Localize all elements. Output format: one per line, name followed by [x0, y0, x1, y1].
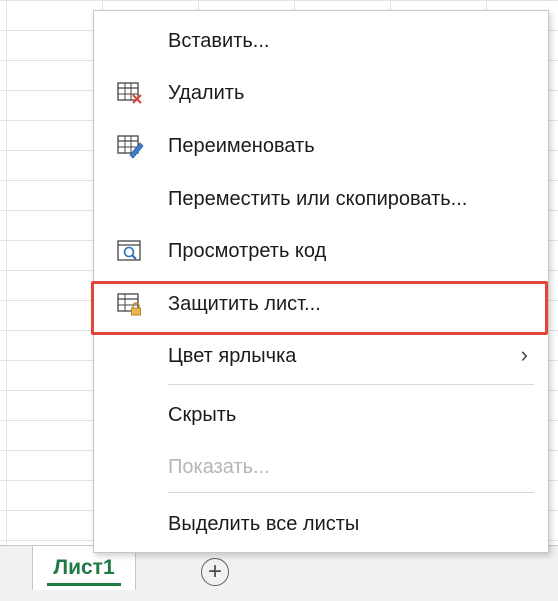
menu-item-label: Показать... [168, 455, 270, 478]
menu-item-move-copy[interactable]: Переместить или скопировать... [94, 177, 548, 221]
view-code-icon [117, 240, 141, 261]
menu-item-view-code[interactable]: Просмотреть код [94, 229, 548, 273]
menu-item-hide[interactable]: Скрыть [94, 393, 548, 437]
menu-item-insert[interactable]: Вставить... [94, 19, 548, 63]
menu-item-rename[interactable]: Переименовать [94, 124, 548, 168]
sheet-tab-bar: Лист1 [0, 545, 558, 601]
menu-separator [168, 384, 534, 385]
menu-item-tab-color[interactable]: Цвет ярлычка › [94, 334, 548, 378]
menu-item-label: Скрыть [168, 403, 237, 426]
menu-item-label: Переименовать [168, 134, 315, 157]
delete-sheet-icon [117, 82, 142, 104]
rename-sheet-icon [117, 135, 144, 159]
menu-item-label: Вставить... [168, 29, 270, 52]
menu-item-label: Цвет ярлычка [168, 344, 297, 367]
add-sheet-button[interactable]: + [201, 558, 229, 586]
menu-item-delete[interactable]: Удалить [94, 71, 548, 115]
highlight-frame [91, 281, 548, 335]
menu-item-unhide: Показать... [94, 445, 548, 489]
menu-item-label: Выделить все листы [168, 512, 360, 535]
menu-separator [168, 492, 534, 493]
menu-item-label: Удалить [168, 81, 245, 104]
menu-item-select-all-sheets[interactable]: Выделить все листы [94, 502, 548, 546]
chevron-right-icon: › [520, 342, 528, 367]
menu-item-label: Переместить или скопировать... [168, 187, 468, 210]
menu-item-label: Просмотреть код [168, 239, 327, 262]
